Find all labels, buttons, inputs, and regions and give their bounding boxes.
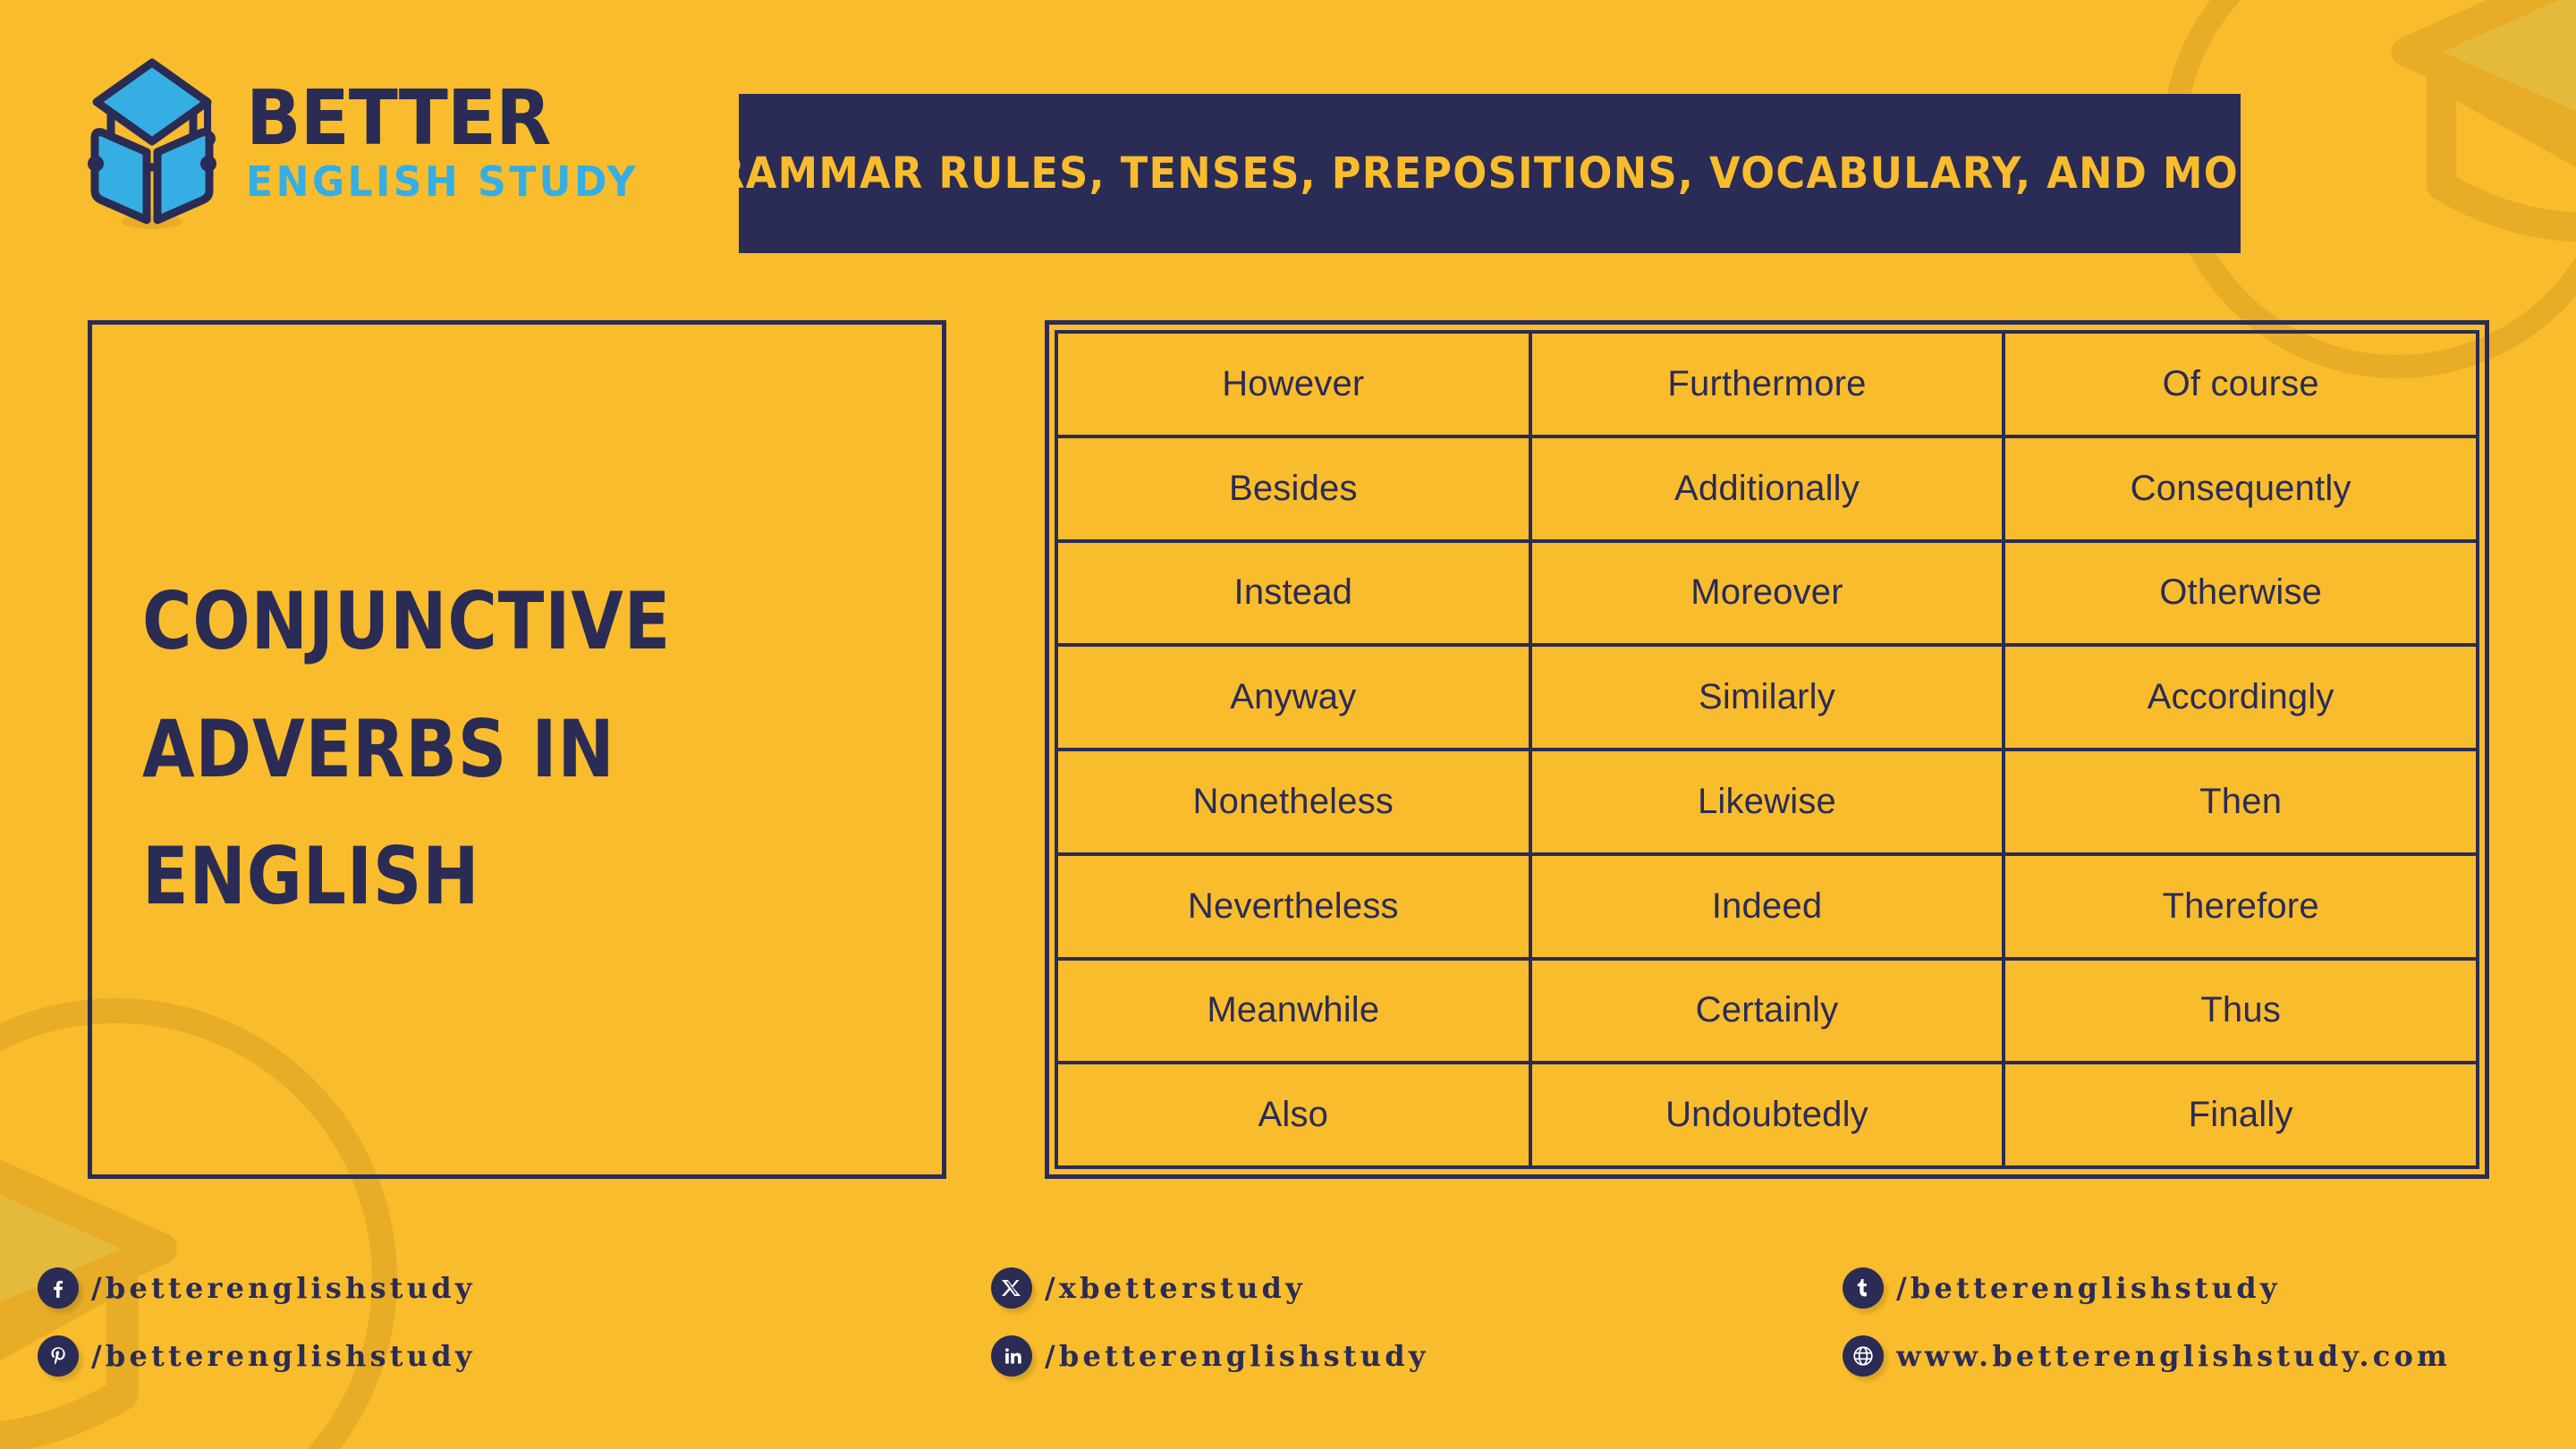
social-link[interactable]: www.betterenglishstudy.com bbox=[1843, 1322, 2451, 1390]
brand-name-secondary: ENGLISH STUDY bbox=[246, 157, 639, 207]
table-cell: Similarly bbox=[1531, 647, 2006, 751]
page-title-line-2: ADVERBS IN bbox=[142, 702, 615, 795]
table-cell: Finally bbox=[2005, 1064, 2479, 1169]
social-handle: /xbetterstudy bbox=[1045, 1271, 1306, 1305]
social-handle: /betterenglishstudy bbox=[91, 1271, 476, 1305]
social-link[interactable]: /xbetterstudy bbox=[991, 1254, 1429, 1322]
table-cell: Additionally bbox=[1531, 437, 2006, 543]
social-handle: /betterenglishstudy bbox=[1896, 1271, 2281, 1305]
social-column-1: /betterenglishstudy/betterenglishstudy bbox=[38, 1254, 476, 1390]
social-link[interactable]: /betterenglishstudy bbox=[38, 1254, 476, 1322]
social-link[interactable]: /betterenglishstudy bbox=[38, 1322, 476, 1390]
conjunctive-adverbs-table: However Furthermore Of course Besides Additi… bbox=[1045, 320, 2489, 1179]
table-cell: Also bbox=[1058, 1064, 1532, 1169]
table-cell: Meanwhile bbox=[1058, 960, 1532, 1065]
page-title-line-3: ENGLISH bbox=[142, 830, 480, 923]
social-handle: www.betterenglishstudy.com bbox=[1896, 1339, 2452, 1373]
dribbble-globe-icon[interactable] bbox=[1843, 1335, 1884, 1377]
table-cell: Otherwise bbox=[2005, 542, 2479, 648]
page-title-box: CONJUNCTIVE ADVERBS IN ENGLISH bbox=[88, 320, 946, 1179]
header-banner-text: GRAMMAR RULES, TENSES, PREPOSITIONS, VOC… bbox=[680, 148, 2300, 199]
brand-name-primary: BETTER bbox=[246, 74, 551, 164]
table-grid: However Furthermore Of course Besides Additi… bbox=[1055, 330, 2479, 1169]
social-column-2: /xbetterstudy/betterenglishstudy bbox=[991, 1254, 1429, 1390]
table-cell: Besides bbox=[1058, 437, 1532, 543]
page-title-line-1: CONJUNCTIVE bbox=[142, 575, 672, 668]
table-cell: Nevertheless bbox=[1058, 855, 1532, 961]
table-cell: Moreover bbox=[1531, 542, 2006, 648]
graduation-cap-book-logo-icon bbox=[88, 58, 216, 229]
table-cell: Furthermore bbox=[1531, 334, 2006, 438]
social-column-3: /betterenglishstudy www.betterenglishstud… bbox=[1843, 1254, 2451, 1390]
table-cell: Consequently bbox=[2005, 437, 2479, 543]
facebook-icon[interactable] bbox=[38, 1267, 79, 1309]
table-cell: Of course bbox=[2005, 334, 2479, 438]
brand-logo[interactable]: BETTER ENGLISH STUDY bbox=[79, 52, 655, 231]
page-header: BETTER ENGLISH STUDY GRAMMAR RULES, TENS… bbox=[0, 0, 2576, 268]
social-link[interactable]: /betterenglishstudy bbox=[1843, 1254, 2451, 1322]
social-handle: /betterenglishstudy bbox=[91, 1339, 476, 1373]
linkedin-icon[interactable] bbox=[991, 1335, 1032, 1377]
table-cell: Instead bbox=[1058, 542, 1532, 648]
table-cell: Undoubtedly bbox=[1531, 1064, 2006, 1169]
social-handle: /betterenglishstudy bbox=[1045, 1339, 1429, 1373]
table-cell: However bbox=[1058, 334, 1532, 438]
table-cell: Likewise bbox=[1531, 751, 2006, 856]
table-cell: Indeed bbox=[1531, 855, 2006, 961]
x-twitter-icon[interactable] bbox=[991, 1267, 1032, 1309]
table-cell: Anyway bbox=[1058, 647, 1532, 751]
table-cell: Then bbox=[2005, 751, 2479, 856]
table-cell: Accordingly bbox=[2005, 647, 2479, 751]
header-banner: GRAMMAR RULES, TENSES, PREPOSITIONS, VOC… bbox=[680, 94, 2298, 253]
table-cell: Certainly bbox=[1531, 960, 2006, 1065]
table-cell: Nonetheless bbox=[1058, 751, 1532, 856]
social-footer: /betterenglishstudy/betterenglishstudy /… bbox=[0, 1254, 2576, 1397]
table-cell: Therefore bbox=[2005, 855, 2479, 961]
tumblr-icon[interactable] bbox=[1843, 1267, 1884, 1309]
table-cell: Thus bbox=[2005, 960, 2479, 1065]
social-link[interactable]: /betterenglishstudy bbox=[991, 1322, 1429, 1390]
pinterest-icon[interactable] bbox=[38, 1335, 79, 1377]
